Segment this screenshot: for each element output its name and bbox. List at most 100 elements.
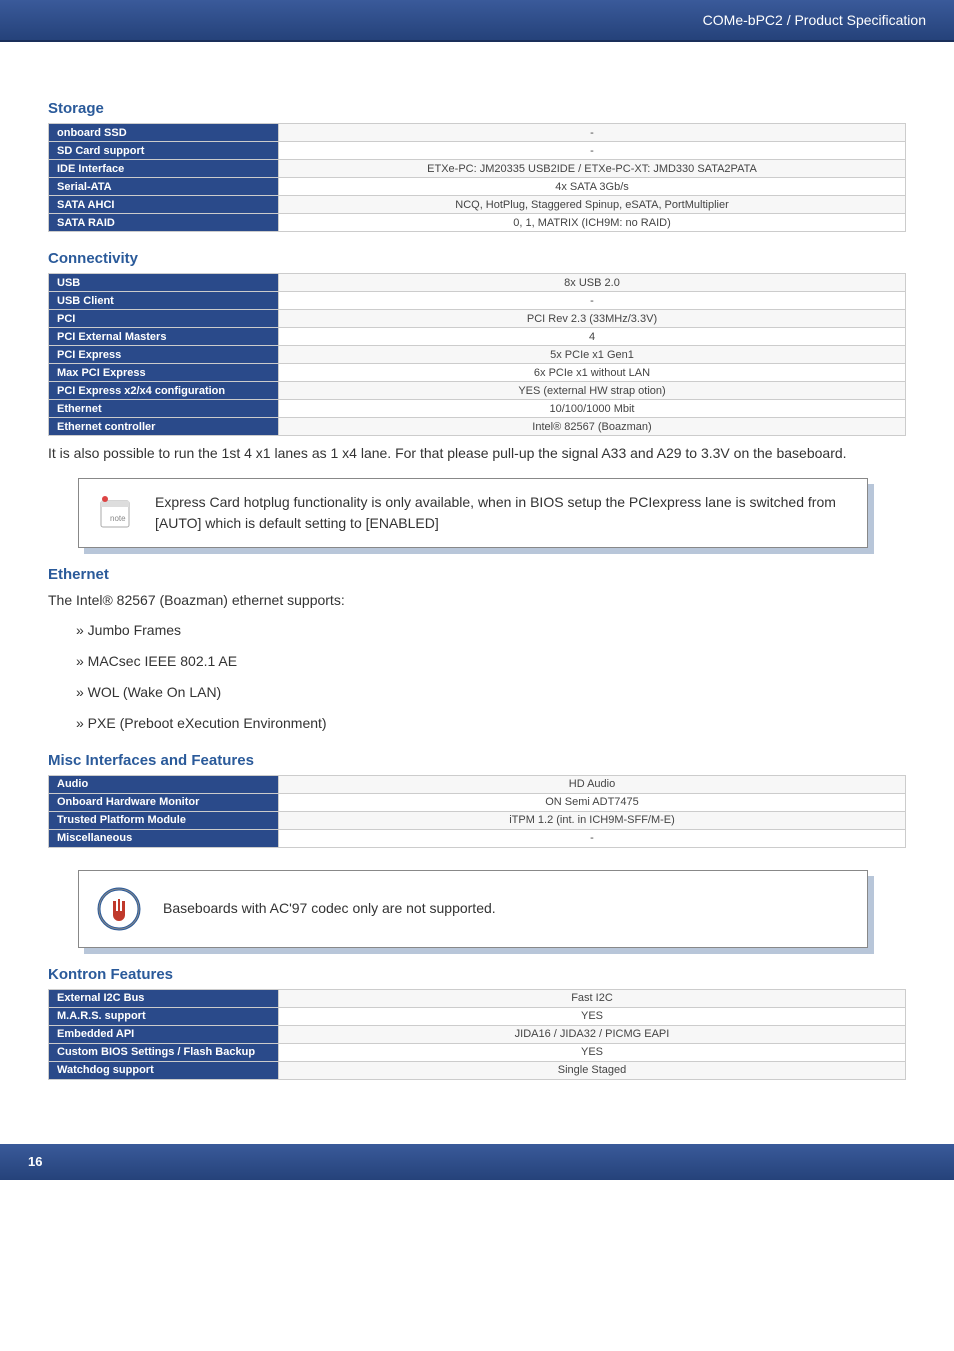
table-row: SD Card support- xyxy=(49,142,906,160)
row-value: NCQ, HotPlug, Staggered Spinup, eSATA, P… xyxy=(279,196,906,214)
row-label: Custom BIOS Settings / Flash Backup xyxy=(49,1043,279,1061)
row-label: Max PCI Express xyxy=(49,364,279,382)
header-bar: COMe-bPC2 / Product Specification xyxy=(0,0,954,42)
section-title-storage: Storage xyxy=(48,100,906,117)
row-value: ON Semi ADT7475 xyxy=(279,793,906,811)
list-item: » WOL (Wake On LAN) xyxy=(76,682,906,703)
row-value: Intel® 82567 (Boazman) xyxy=(279,418,906,436)
row-label: Audio xyxy=(49,775,279,793)
row-label: PCI xyxy=(49,310,279,328)
row-value: 4x SATA 3Gb/s xyxy=(279,178,906,196)
section-title-connectivity: Connectivity xyxy=(48,250,906,267)
row-label: SATA AHCI xyxy=(49,196,279,214)
table-row: SATA AHCINCQ, HotPlug, Staggered Spinup,… xyxy=(49,196,906,214)
row-label: PCI External Masters xyxy=(49,328,279,346)
row-value: 10/100/1000 Mbit xyxy=(279,400,906,418)
row-value: Fast I2C xyxy=(279,989,906,1007)
row-label: External I2C Bus xyxy=(49,989,279,1007)
connectivity-note: It is also possible to run the 1st 4 x1 … xyxy=(48,442,906,464)
row-value: 8x USB 2.0 xyxy=(279,274,906,292)
row-label: IDE Interface xyxy=(49,160,279,178)
row-label: USB Client xyxy=(49,292,279,310)
stop-hand-icon xyxy=(93,883,145,935)
row-label: Ethernet controller xyxy=(49,418,279,436)
table-row: Max PCI Express6x PCIe x1 without LAN xyxy=(49,364,906,382)
table-row: Onboard Hardware MonitorON Semi ADT7475 xyxy=(49,793,906,811)
row-value: 4 xyxy=(279,328,906,346)
row-value: JIDA16 / JIDA32 / PICMG EAPI xyxy=(279,1025,906,1043)
row-label: M.A.R.S. support xyxy=(49,1007,279,1025)
row-label: Miscellaneous xyxy=(49,829,279,847)
page-number: 16 xyxy=(28,1154,42,1169)
row-value: 0, 1, MATRIX (ICH9M: no RAID) xyxy=(279,214,906,232)
row-value: 6x PCIe x1 without LAN xyxy=(279,364,906,382)
table-row: Custom BIOS Settings / Flash BackupYES xyxy=(49,1043,906,1061)
row-value: - xyxy=(279,142,906,160)
section-title-ethernet: Ethernet xyxy=(48,566,906,583)
table-row: AudioHD Audio xyxy=(49,775,906,793)
row-label: PCI Express xyxy=(49,346,279,364)
row-label: USB xyxy=(49,274,279,292)
table-row: PCI External Masters4 xyxy=(49,328,906,346)
table-row: SATA RAID0, 1, MATRIX (ICH9M: no RAID) xyxy=(49,214,906,232)
row-label: Embedded API xyxy=(49,1025,279,1043)
table-row: IDE InterfaceETXe-PC: JM20335 USB2IDE / … xyxy=(49,160,906,178)
row-label: Onboard Hardware Monitor xyxy=(49,793,279,811)
list-item: » Jumbo Frames xyxy=(76,620,906,641)
table-row: M.A.R.S. supportYES xyxy=(49,1007,906,1025)
row-value: - xyxy=(279,292,906,310)
row-value: HD Audio xyxy=(279,775,906,793)
ethernet-list: » Jumbo Frames » MACsec IEEE 802.1 AE » … xyxy=(76,620,906,734)
row-value: - xyxy=(279,829,906,847)
list-item: » PXE (Preboot eXecution Environment) xyxy=(76,713,906,734)
table-row: PCI Express5x PCIe x1 Gen1 xyxy=(49,346,906,364)
table-row: Ethernet10/100/1000 Mbit xyxy=(49,400,906,418)
page-content: Storage onboard SSD- SD Card support- ID… xyxy=(0,42,954,1104)
row-label: PCI Express x2/x4 configuration xyxy=(49,382,279,400)
row-value: - xyxy=(279,124,906,142)
ethernet-intro: The Intel® 82567 (Boazman) ethernet supp… xyxy=(48,589,906,611)
table-row: Trusted Platform ModuleiTPM 1.2 (int. in… xyxy=(49,811,906,829)
note-callout: note Express Card hotplug functionality … xyxy=(78,478,868,548)
row-value: YES (external HW strap otion) xyxy=(279,382,906,400)
row-value: PCI Rev 2.3 (33MHz/3.3V) xyxy=(279,310,906,328)
footer-bar: 16 xyxy=(0,1144,954,1180)
row-label: Serial-ATA xyxy=(49,178,279,196)
table-row: Embedded APIJIDA16 / JIDA32 / PICMG EAPI xyxy=(49,1025,906,1043)
table-row: onboard SSD- xyxy=(49,124,906,142)
svg-text:note: note xyxy=(110,514,126,523)
row-label: SATA RAID xyxy=(49,214,279,232)
row-value: Single Staged xyxy=(279,1061,906,1079)
table-row: Miscellaneous- xyxy=(49,829,906,847)
row-value: YES xyxy=(279,1007,906,1025)
table-row: USB8x USB 2.0 xyxy=(49,274,906,292)
row-label: Watchdog support xyxy=(49,1061,279,1079)
note-text: Express Card hotplug functionality is on… xyxy=(155,492,853,534)
row-label: Ethernet xyxy=(49,400,279,418)
section-title-kontron: Kontron Features xyxy=(48,966,906,983)
table-row: Watchdog supportSingle Staged xyxy=(49,1061,906,1079)
row-value: 5x PCIe x1 Gen1 xyxy=(279,346,906,364)
row-value: ETXe-PC: JM20335 USB2IDE / ETXe-PC-XT: J… xyxy=(279,160,906,178)
table-row: Serial-ATA4x SATA 3Gb/s xyxy=(49,178,906,196)
connectivity-table: USB8x USB 2.0 USB Client- PCIPCI Rev 2.3… xyxy=(48,273,906,436)
note-icon: note xyxy=(93,491,137,535)
warning-callout: Baseboards with AC'97 codec only are not… xyxy=(78,870,868,948)
row-label: SD Card support xyxy=(49,142,279,160)
storage-table: onboard SSD- SD Card support- IDE Interf… xyxy=(48,123,906,232)
table-row: USB Client- xyxy=(49,292,906,310)
table-row: PCI Express x2/x4 configurationYES (exte… xyxy=(49,382,906,400)
section-title-misc: Misc Interfaces and Features xyxy=(48,752,906,769)
table-row: PCIPCI Rev 2.3 (33MHz/3.3V) xyxy=(49,310,906,328)
row-value: iTPM 1.2 (int. in ICH9M-SFF/M-E) xyxy=(279,811,906,829)
row-label: onboard SSD xyxy=(49,124,279,142)
table-row: Ethernet controllerIntel® 82567 (Boazman… xyxy=(49,418,906,436)
row-value: YES xyxy=(279,1043,906,1061)
header-title: COMe-bPC2 / Product Specification xyxy=(703,12,926,28)
row-label: Trusted Platform Module xyxy=(49,811,279,829)
misc-table: AudioHD Audio Onboard Hardware MonitorON… xyxy=(48,775,906,848)
table-row: External I2C BusFast I2C xyxy=(49,989,906,1007)
kontron-table: External I2C BusFast I2C M.A.R.S. suppor… xyxy=(48,989,906,1080)
warning-text: Baseboards with AC'97 codec only are not… xyxy=(163,898,496,919)
list-item: » MACsec IEEE 802.1 AE xyxy=(76,651,906,672)
